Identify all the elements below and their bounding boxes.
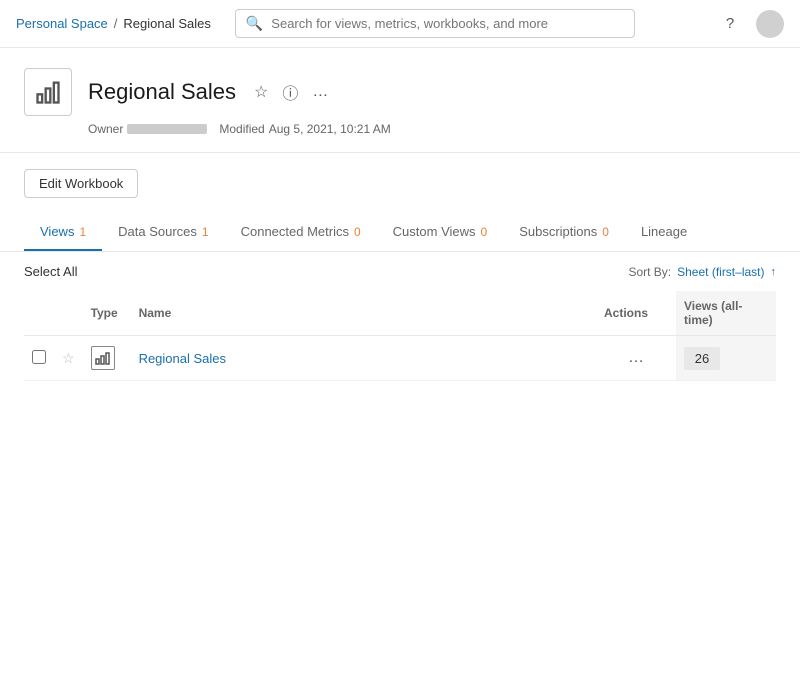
col-header-views: Views (all-time) — [676, 291, 776, 336]
sort-by-label: Sort By: — [628, 265, 671, 279]
tab-subscriptions[interactable]: Subscriptions 0 — [503, 214, 625, 251]
tab-views[interactable]: Views 1 — [24, 214, 102, 251]
tab-connected-metrics-count: 0 — [354, 225, 361, 239]
workbook-title: Regional Sales — [88, 79, 236, 105]
tab-connected-metrics-label: Connected Metrics — [241, 224, 349, 239]
search-bar[interactable]: 🔍 — [235, 9, 635, 38]
workbook-action-icons: ☆ ⓘ … — [252, 78, 330, 106]
table-area: Select All Sort By: Sheet (first–last) ↑… — [0, 252, 800, 381]
row-star-cell[interactable]: ☆ — [54, 336, 83, 381]
edit-btn-row: Edit Workbook — [0, 153, 800, 214]
owner-label: Owner — [88, 122, 123, 136]
table-row: ☆ Regional Sales … 26 — [24, 336, 776, 381]
row-actions-button[interactable]: … — [622, 347, 650, 369]
modified-date: Aug 5, 2021, 10:21 AM — [269, 122, 391, 136]
col-header-star — [54, 291, 83, 336]
tab-data-sources[interactable]: Data Sources 1 — [102, 214, 224, 251]
row-checkbox-cell[interactable] — [24, 336, 54, 381]
select-all-label[interactable]: Select All — [24, 264, 77, 279]
sort-value[interactable]: Sheet (first–last) — [677, 265, 764, 279]
tab-lineage[interactable]: Lineage — [625, 214, 703, 251]
row-actions-cell[interactable]: … — [596, 336, 676, 381]
tab-data-sources-label: Data Sources — [118, 224, 197, 239]
table-controls: Select All Sort By: Sheet (first–last) ↑ — [24, 252, 776, 291]
tab-custom-views-label: Custom Views — [393, 224, 476, 239]
tab-custom-views[interactable]: Custom Views 0 — [377, 214, 504, 251]
avatar[interactable] — [756, 10, 784, 38]
workbook-icon — [24, 68, 72, 116]
tab-data-sources-count: 1 — [202, 225, 209, 239]
tab-subscriptions-count: 0 — [602, 225, 609, 239]
tab-connected-metrics[interactable]: Connected Metrics 0 — [225, 214, 377, 251]
info-button[interactable]: ⓘ — [280, 78, 300, 106]
more-options-button[interactable]: … — [310, 81, 330, 103]
breadcrumb-current: Regional Sales — [123, 16, 210, 31]
tab-custom-views-count: 0 — [481, 225, 488, 239]
row-views-cell: 26 — [676, 336, 776, 381]
edit-workbook-button[interactable]: Edit Workbook — [24, 169, 138, 198]
search-icon: 🔍 — [246, 15, 263, 32]
workbook-title-row: Regional Sales ☆ ⓘ … — [24, 68, 776, 116]
tab-subscriptions-label: Subscriptions — [519, 224, 597, 239]
row-favorite-icon[interactable]: ☆ — [62, 350, 75, 366]
col-header-actions: Actions — [596, 291, 676, 336]
tabs-row: Views 1 Data Sources 1 Connected Metrics… — [0, 214, 800, 252]
data-table: Type Name Actions Views (all-time) ☆ — [24, 291, 776, 381]
table-header-row: Type Name Actions Views (all-time) — [24, 291, 776, 336]
breadcrumb-separator: / — [114, 16, 118, 31]
owner-name-placeholder — [127, 124, 207, 134]
tab-views-label: Views — [40, 224, 74, 239]
col-header-type: Type — [83, 291, 131, 336]
workbook-header: Regional Sales ☆ ⓘ … Owner Modified Aug … — [0, 48, 800, 153]
help-button[interactable]: ? — [716, 10, 744, 38]
row-views-count: 26 — [684, 347, 720, 370]
breadcrumb: Personal Space / Regional Sales — [16, 16, 211, 31]
row-checkbox[interactable] — [32, 350, 46, 364]
nav-icons: ? — [716, 10, 784, 38]
top-nav: Personal Space / Regional Sales 🔍 ? — [0, 0, 800, 48]
sort-by-area: Sort By: Sheet (first–last) ↑ — [628, 265, 776, 279]
row-type-cell — [83, 336, 131, 381]
col-header-name: Name — [131, 291, 596, 336]
breadcrumb-personal[interactable]: Personal Space — [16, 16, 108, 31]
row-name-cell[interactable]: Regional Sales — [131, 336, 596, 381]
sort-arrow-icon: ↑ — [771, 266, 777, 278]
favorite-button[interactable]: ☆ — [252, 80, 270, 104]
modified-label: Modified — [219, 122, 264, 136]
tab-views-count: 1 — [79, 225, 86, 239]
col-header-checkbox — [24, 291, 54, 336]
workbook-meta: Owner Modified Aug 5, 2021, 10:21 AM — [88, 122, 776, 136]
tab-lineage-label: Lineage — [641, 224, 687, 239]
row-type-icon — [91, 346, 115, 370]
search-input[interactable] — [271, 16, 624, 31]
